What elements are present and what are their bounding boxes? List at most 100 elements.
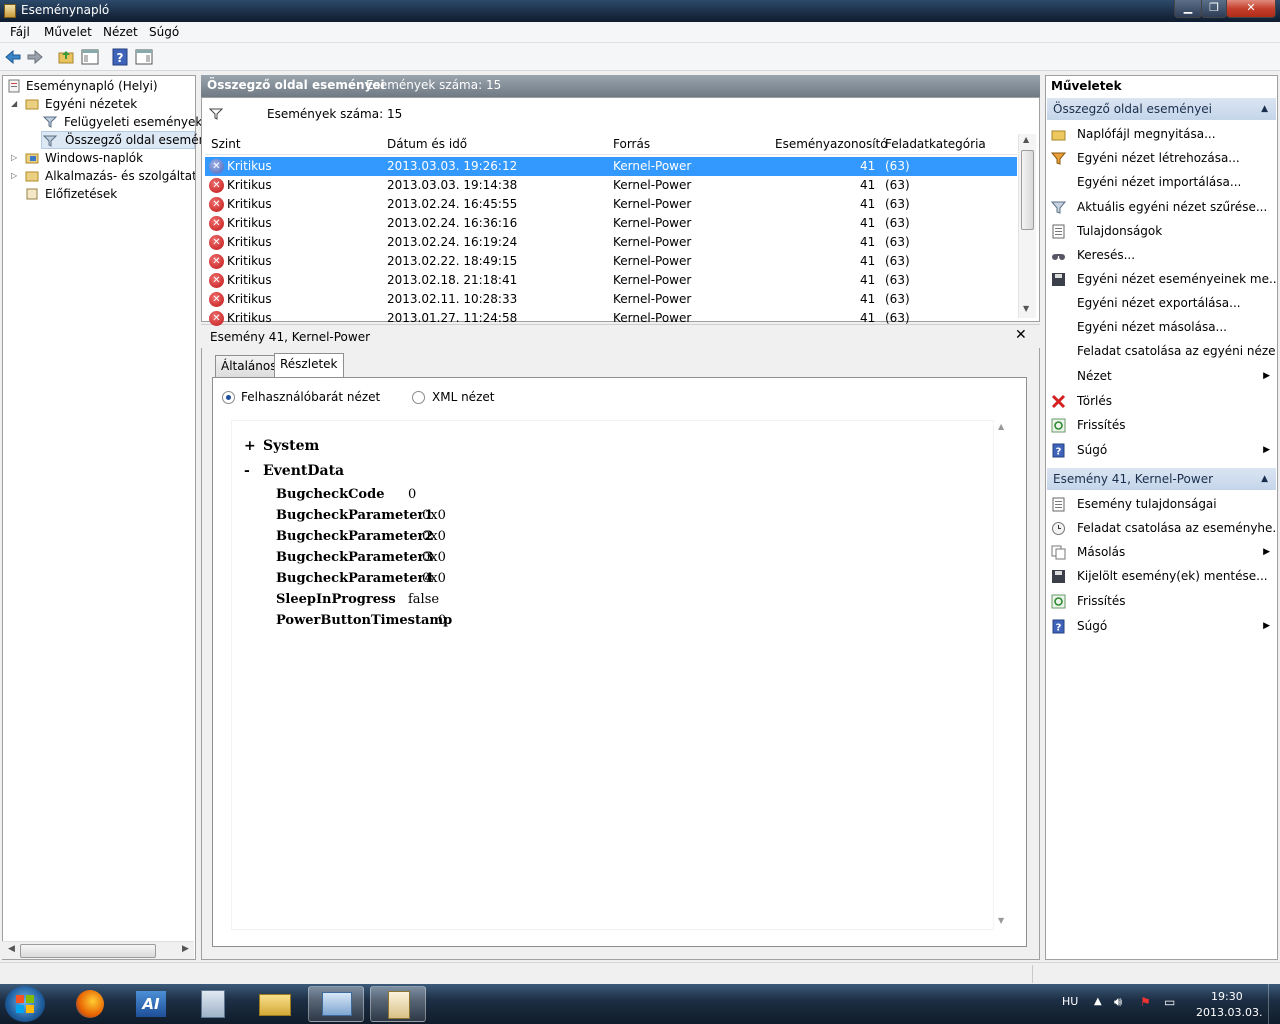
- event-list-scrollbar[interactable]: ▲ ▼: [1018, 134, 1036, 318]
- eventdata-collapse-toggle[interactable]: -: [244, 463, 250, 479]
- taskbar-control-panel[interactable]: [308, 986, 364, 1022]
- scroll-thumb[interactable]: [20, 944, 156, 958]
- tree-item-subscriptions[interactable]: Előfizetések: [3, 185, 195, 203]
- menu-action[interactable]: Művelet: [44, 25, 92, 39]
- event-action-item[interactable]: Kijelölt esemény(ek) mentése...: [1047, 564, 1276, 588]
- column-task-category[interactable]: Feladatkategória: [885, 137, 986, 151]
- view-action-item[interactable]: Frissítés: [1047, 413, 1276, 437]
- collapse-icon[interactable]: ▲: [1261, 98, 1268, 120]
- scroll-thumb[interactable]: [1021, 150, 1034, 230]
- radio-xml-label[interactable]: XML nézet: [432, 390, 494, 404]
- scroll-right-icon[interactable]: ▶: [182, 944, 189, 954]
- column-datetime[interactable]: Dátum és idő: [387, 137, 467, 151]
- scroll-up-icon[interactable]: ▲: [1023, 135, 1029, 144]
- radio-xml-view[interactable]: [412, 391, 425, 404]
- table-row[interactable]: ✕ Kritikus 2013.02.24. 16:19:24 Kernel-Powe…: [205, 233, 1017, 252]
- event-action-item[interactable]: ? Súgó ▶: [1047, 614, 1276, 638]
- tree-item-windows-logs[interactable]: ▷ Windows-naplók: [3, 149, 195, 167]
- table-row[interactable]: ✕ Kritikus 2013.02.24. 16:36:16 Kernel-Powe…: [205, 214, 1017, 233]
- taskbar-event-viewer[interactable]: [370, 986, 426, 1022]
- clock-date[interactable]: 2013.03.03.: [1196, 1006, 1262, 1019]
- collapse-icon[interactable]: ▲: [1261, 468, 1268, 490]
- start-button[interactable]: [5, 986, 45, 1022]
- table-row[interactable]: ✕ Kritikus 2013.02.24. 16:45:55 Kernel-Powe…: [205, 195, 1017, 214]
- view-action-item[interactable]: Egyéni nézet létrehozása...: [1047, 146, 1276, 170]
- menu-view[interactable]: Nézet: [103, 25, 138, 39]
- close-detail-icon[interactable]: ✕: [1015, 327, 1027, 343]
- tree-item-admin-events[interactable]: Felügyeleti események: [3, 113, 202, 131]
- view-action-item[interactable]: Egyéni nézet exportálása...: [1047, 291, 1276, 315]
- view-action-item[interactable]: Feladat csatolása az egyéni néze...: [1047, 339, 1276, 363]
- show-hide-tree-icon[interactable]: [81, 48, 99, 66]
- expander-expanded-icon[interactable]: ◢: [11, 95, 17, 113]
- show-hide-actions-icon[interactable]: [135, 48, 153, 66]
- action-center-icon[interactable]: ⚑: [1140, 995, 1151, 1009]
- critical-error-icon: ✕: [209, 178, 224, 193]
- table-row[interactable]: ✕ Kritikus 2013.03.03. 19:14:38 Kernel-Powe…: [205, 176, 1017, 195]
- scroll-down-icon[interactable]: ▼: [1023, 304, 1029, 313]
- volume-icon[interactable]: 🔊︎: [1114, 995, 1122, 1010]
- tree-item-app-service-logs[interactable]: ▷ Alkalmazás- és szolgáltatásn: [3, 167, 195, 185]
- table-row[interactable]: ✕ Kritikus 2013.03.03. 19:26:12 Kernel-Powe…: [205, 157, 1017, 176]
- view-action-item[interactable]: Egyéni nézet importálása...: [1047, 170, 1276, 194]
- menu-file[interactable]: Fájl: [10, 25, 30, 39]
- view-action-item[interactable]: Naplófájl megnyitása...: [1047, 122, 1276, 146]
- table-row[interactable]: ✕ Kritikus 2013.01.27. 11:24:58 Kernel-Powe…: [205, 309, 1017, 328]
- view-action-item[interactable]: Keresés...: [1047, 243, 1276, 267]
- event-action-item[interactable]: Feladat csatolása az eseményhe...: [1047, 516, 1276, 540]
- view-action-item[interactable]: Tulajdonságok: [1047, 219, 1276, 243]
- forward-icon[interactable]: [26, 48, 44, 66]
- event-action-item[interactable]: Frissítés: [1047, 589, 1276, 613]
- event-action-item[interactable]: Másolás ▶: [1047, 540, 1276, 564]
- table-row[interactable]: ✕ Kritikus 2013.02.22. 18:49:15 Kernel-Powe…: [205, 252, 1017, 271]
- help-icon[interactable]: ?: [111, 48, 129, 66]
- event-action-item[interactable]: Esemény tulajdonságai: [1047, 492, 1276, 516]
- network-icon[interactable]: ▭: [1164, 995, 1175, 1009]
- friendly-view-scrollbar[interactable]: ▲ ▼: [994, 420, 1010, 930]
- tree-item-custom-views[interactable]: ◢ Egyéni nézetek: [3, 95, 195, 113]
- folder-up-icon[interactable]: [57, 48, 75, 66]
- menu-help[interactable]: Súgó: [149, 25, 179, 39]
- language-indicator[interactable]: HU: [1062, 995, 1078, 1008]
- view-action-item[interactable]: Egyéni nézet másolása...: [1047, 315, 1276, 339]
- expander-collapsed-icon[interactable]: ▷: [11, 149, 17, 167]
- show-desktop-button[interactable]: [1268, 984, 1280, 1024]
- column-level[interactable]: Szint: [211, 137, 241, 151]
- actions-section-view[interactable]: Összegző oldal eseményei ▲: [1047, 98, 1276, 120]
- taskbar-app-ai[interactable]: AI: [124, 986, 180, 1022]
- view-action-item[interactable]: Nézet ▶: [1047, 364, 1276, 388]
- eventdata-section-label[interactable]: EventData: [263, 463, 344, 479]
- taskbar-calculator[interactable]: [186, 986, 242, 1022]
- tree-horizontal-scrollbar[interactable]: ◀ ▶: [2, 941, 194, 959]
- view-action-item[interactable]: Aktuális egyéni nézet szűrése...: [1047, 195, 1276, 219]
- back-icon[interactable]: [4, 48, 22, 66]
- view-action-item[interactable]: ? Súgó ▶: [1047, 438, 1276, 462]
- tab-general[interactable]: Általános: [215, 355, 283, 378]
- show-hidden-icons-icon[interactable]: ▲: [1094, 996, 1102, 1007]
- taskbar-explorer[interactable]: [248, 986, 304, 1022]
- tree-item-summary-events[interactable]: Összegző oldal eseménye: [41, 131, 221, 149]
- clock-time[interactable]: 19:30: [1211, 990, 1243, 1003]
- close-button[interactable]: ✕: [1226, 0, 1276, 18]
- scroll-left-icon[interactable]: ◀: [8, 944, 15, 954]
- actions-section-event[interactable]: Esemény 41, Kernel-Power ▲: [1047, 468, 1276, 490]
- view-action-item[interactable]: Törlés: [1047, 389, 1276, 413]
- minimize-button[interactable]: ▁: [1174, 0, 1202, 18]
- table-row[interactable]: ✕ Kritikus 2013.02.18. 21:18:41 Kernel-Powe…: [205, 271, 1017, 290]
- radio-friendly-label[interactable]: Felhasználóbarát nézet: [241, 390, 380, 404]
- taskbar-firefox[interactable]: [62, 986, 118, 1022]
- radio-friendly-view[interactable]: [222, 391, 235, 404]
- tree-item-root[interactable]: Eseménynapló (Helyi): [3, 77, 195, 95]
- system-section-label[interactable]: System: [263, 438, 319, 454]
- tab-details[interactable]: Részletek: [274, 353, 344, 377]
- view-action-item[interactable]: Egyéni nézet eseményeinek me...: [1047, 267, 1276, 291]
- scroll-up-icon[interactable]: ▲: [998, 422, 1004, 431]
- system-expand-toggle[interactable]: +: [244, 438, 256, 454]
- column-event-id[interactable]: Eseményazonosító: [775, 137, 888, 151]
- maximize-button[interactable]: ❐: [1201, 0, 1227, 18]
- expander-collapsed-icon[interactable]: ▷: [11, 167, 17, 185]
- column-source[interactable]: Forrás: [613, 137, 650, 151]
- cell-level: Kritikus: [227, 216, 272, 230]
- table-row[interactable]: ✕ Kritikus 2013.02.11. 10:28:33 Kernel-Powe…: [205, 290, 1017, 309]
- scroll-down-icon[interactable]: ▼: [998, 916, 1004, 925]
